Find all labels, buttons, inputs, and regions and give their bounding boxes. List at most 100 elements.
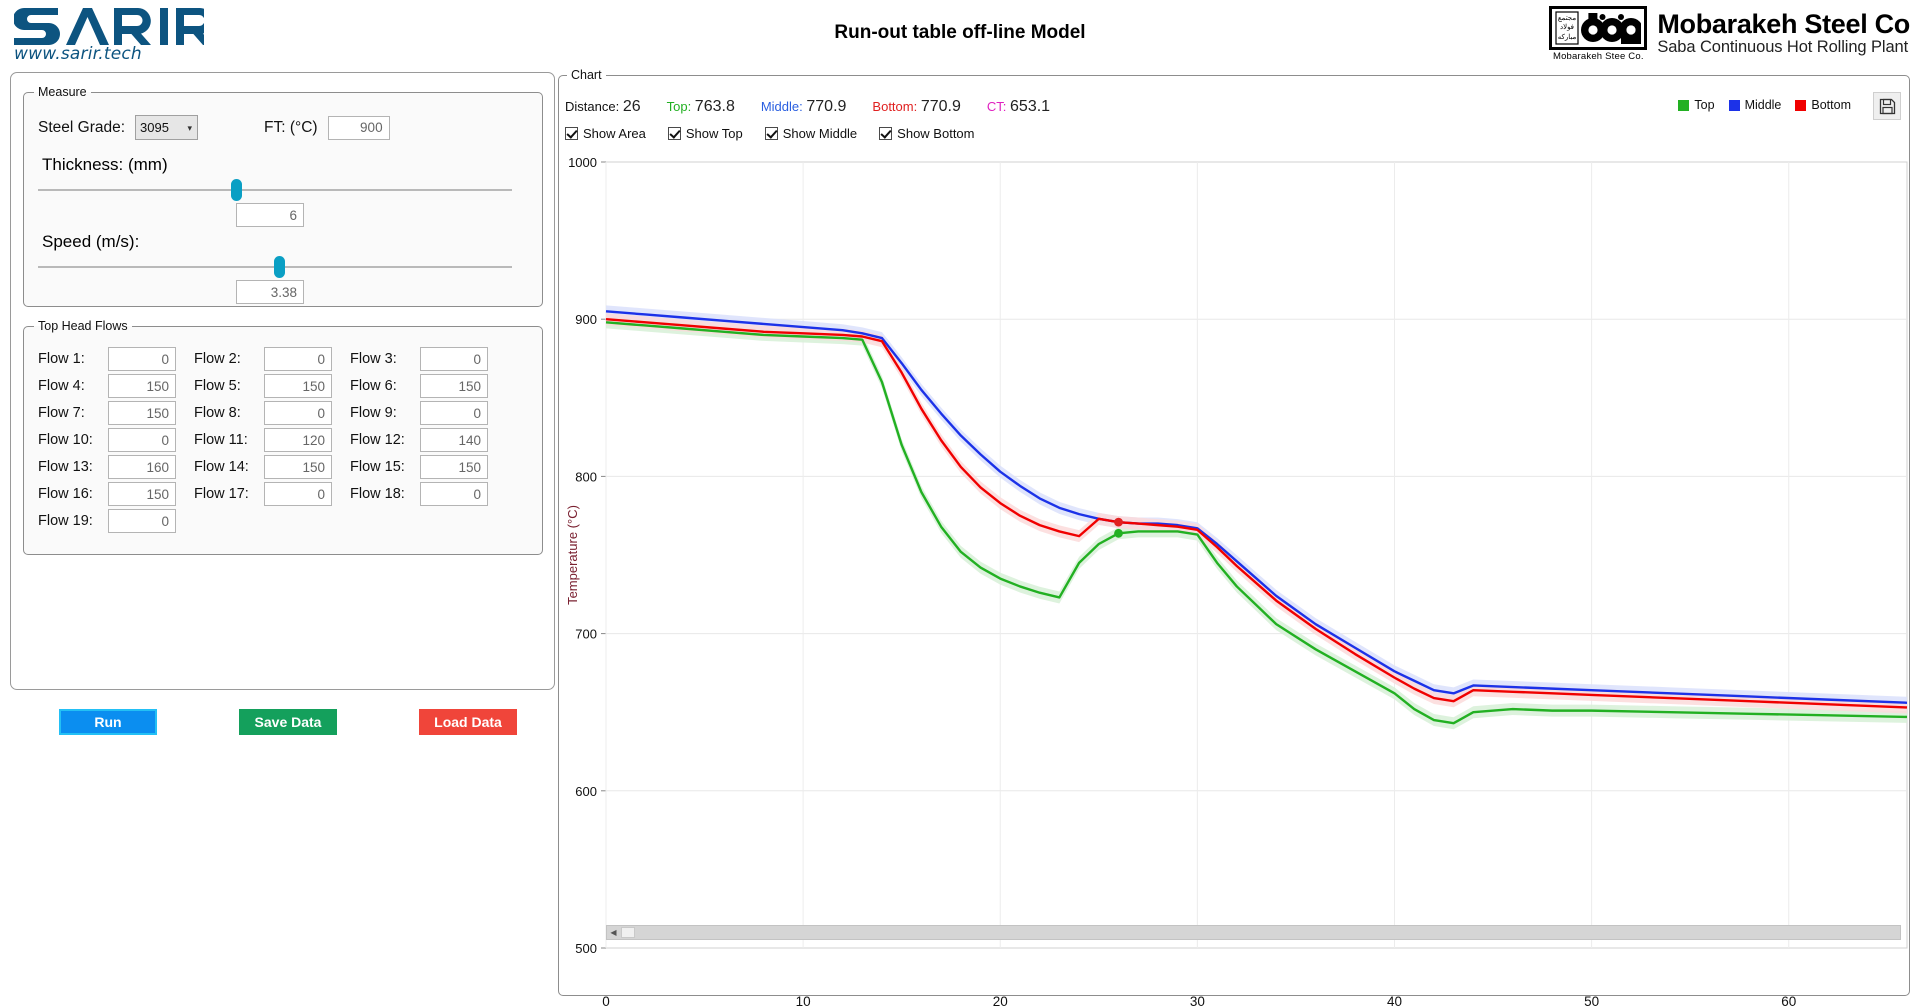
flow-input[interactable]: [108, 509, 176, 533]
scroll-left-arrow-icon[interactable]: ◀: [607, 928, 620, 937]
flow-label: Flow 15:: [350, 459, 405, 475]
flow-row: Flow 5:: [194, 374, 332, 398]
flow-row: Flow 14:: [194, 455, 332, 479]
data-point-marker-bottom: [1114, 517, 1123, 527]
readout-key: Bottom:: [872, 99, 921, 114]
checkbox-label: Show Top: [685, 126, 743, 141]
flow-row: Flow 4:: [38, 374, 176, 398]
flow-input[interactable]: [420, 455, 488, 479]
flow-row: Flow 16:: [38, 482, 176, 506]
flow-input[interactable]: [420, 401, 488, 425]
checkbox-box[interactable]: [879, 127, 893, 140]
flow-row: Flow 7:: [38, 401, 176, 425]
temperature-chart[interactable]: 500 600 700 800 900 1000 0 10 20 30 40 50 60 Temperat…: [559, 148, 1911, 1008]
save-chart-button[interactable]: [1873, 92, 1901, 120]
readout-item: Distance: 26: [565, 98, 641, 115]
steel-grade-select[interactable]: 3095: [135, 115, 199, 140]
readout-key: Top:: [666, 99, 695, 114]
legend-label: Top: [1694, 98, 1715, 112]
flow-row: Flow 17:: [194, 482, 332, 506]
brand-name: Mobarakeh Steel Co: [1657, 8, 1910, 39]
run-button[interactable]: Run: [59, 709, 157, 735]
x-tick-label: 60: [1781, 994, 1796, 1008]
flow-row: Flow 13:: [38, 455, 176, 479]
legend-label: Bottom: [1811, 98, 1851, 112]
chart-legend: Chart: [571, 68, 602, 82]
x-tick-label: 30: [1190, 994, 1205, 1008]
flow-input[interactable]: [420, 347, 488, 371]
floppy-disk-icon: [1879, 98, 1895, 114]
checkbox-box[interactable]: [565, 127, 578, 140]
legend-item[interactable]: Bottom: [1795, 98, 1851, 112]
y-tick-label: 600: [575, 784, 597, 799]
readout-key: Middle:: [760, 99, 807, 114]
checkbox-box[interactable]: [667, 127, 681, 140]
save-data-button[interactable]: Save Data: [239, 709, 337, 735]
svg-text:فولاد: فولاد: [1560, 23, 1574, 31]
flow-input[interactable]: [108, 428, 176, 452]
flow-input[interactable]: [420, 428, 488, 452]
flow-input[interactable]: [108, 401, 176, 425]
y-tick-label: 500: [575, 941, 597, 956]
legend-item[interactable]: Middle: [1728, 98, 1781, 112]
flow-label: Flow 12:: [350, 432, 405, 448]
flow-input[interactable]: [264, 455, 332, 479]
flow-input[interactable]: [264, 482, 332, 506]
flow-input[interactable]: [108, 455, 176, 479]
chart-checkbox-row: Show Area Show Top Show Middle Show Bottom: [565, 126, 975, 141]
app-header: www.sarir.tech Run-out table off-line Mo…: [0, 0, 1920, 70]
speed-label: Speed (m/s):: [42, 232, 140, 251]
flows-legend: Top Head Flows: [38, 319, 128, 333]
flow-label: Flow 5:: [194, 378, 241, 394]
plot-background: [605, 161, 1908, 949]
flow-input[interactable]: [264, 347, 332, 371]
chart-checkbox[interactable]: Show Area: [565, 126, 646, 141]
flow-input[interactable]: [108, 347, 176, 371]
thickness-slider-thumb[interactable]: [231, 179, 242, 201]
flow-input[interactable]: [264, 374, 332, 398]
flow-input[interactable]: [420, 374, 488, 398]
readout-value: 653.1: [1010, 98, 1051, 115]
speed-slider-track[interactable]: [38, 256, 512, 278]
flow-label: Flow 10:: [38, 432, 93, 448]
thickness-slider-track[interactable]: [38, 179, 512, 201]
y-tick-label: 1000: [568, 155, 597, 170]
y-tick-label: 900: [575, 312, 597, 327]
flow-row: Flow 8:: [194, 401, 332, 425]
x-tick-label: 40: [1387, 994, 1402, 1008]
chart-plot-area[interactable]: 500 600 700 800 900 1000 0 10 20 30 40 50 60 Temperat…: [559, 148, 1911, 1008]
chart-checkbox[interactable]: Show Top: [667, 126, 743, 141]
chart-checkbox[interactable]: Show Bottom: [879, 126, 975, 141]
speed-input[interactable]: [236, 280, 304, 304]
flow-label: Flow 7:: [38, 405, 85, 421]
flow-input[interactable]: [108, 374, 176, 398]
chart-checkbox[interactable]: Show Middle: [764, 126, 857, 141]
x-tick-label: 20: [993, 994, 1008, 1008]
flow-input[interactable]: [264, 401, 332, 425]
steel-grade-label: Steel Grade:: [38, 118, 126, 136]
ft-input[interactable]: [327, 115, 390, 140]
flow-label: Flow 8:: [194, 405, 241, 421]
top-head-flows-groupbox: Top Head Flows Flow 1: Flow 2: Flow 3: Flow…: [23, 319, 543, 555]
flow-input[interactable]: [264, 428, 332, 452]
control-panel: Measure Steel Grade: 3095 ▾ FT: (°C) Thi…: [10, 72, 555, 735]
flow-input[interactable]: [108, 482, 176, 506]
flow-label: Flow 14:: [194, 459, 249, 475]
load-data-button[interactable]: Load Data: [419, 709, 517, 735]
readout-value: 26: [622, 98, 641, 115]
readout-value: 770.9: [920, 98, 961, 115]
flow-row: Flow 19:: [38, 509, 176, 533]
readout-value: 770.9: [806, 98, 847, 115]
speed-label-row: Speed (m/s):: [42, 232, 139, 252]
chart-horizontal-scrollbar[interactable]: ◀: [606, 925, 1901, 940]
readout-key: CT:: [986, 99, 1011, 114]
flow-input[interactable]: [420, 482, 488, 506]
checkbox-box[interactable]: [764, 127, 778, 140]
ft-label: FT: (°C): [264, 118, 318, 136]
speed-slider-thumb[interactable]: [274, 256, 285, 278]
readout-item: Middle: 770.9: [761, 98, 847, 115]
legend-item[interactable]: Top: [1678, 98, 1715, 112]
flow-row: Flow 11:: [194, 428, 332, 452]
scrollbar-thumb[interactable]: [621, 927, 635, 938]
thickness-input[interactable]: [236, 203, 304, 227]
